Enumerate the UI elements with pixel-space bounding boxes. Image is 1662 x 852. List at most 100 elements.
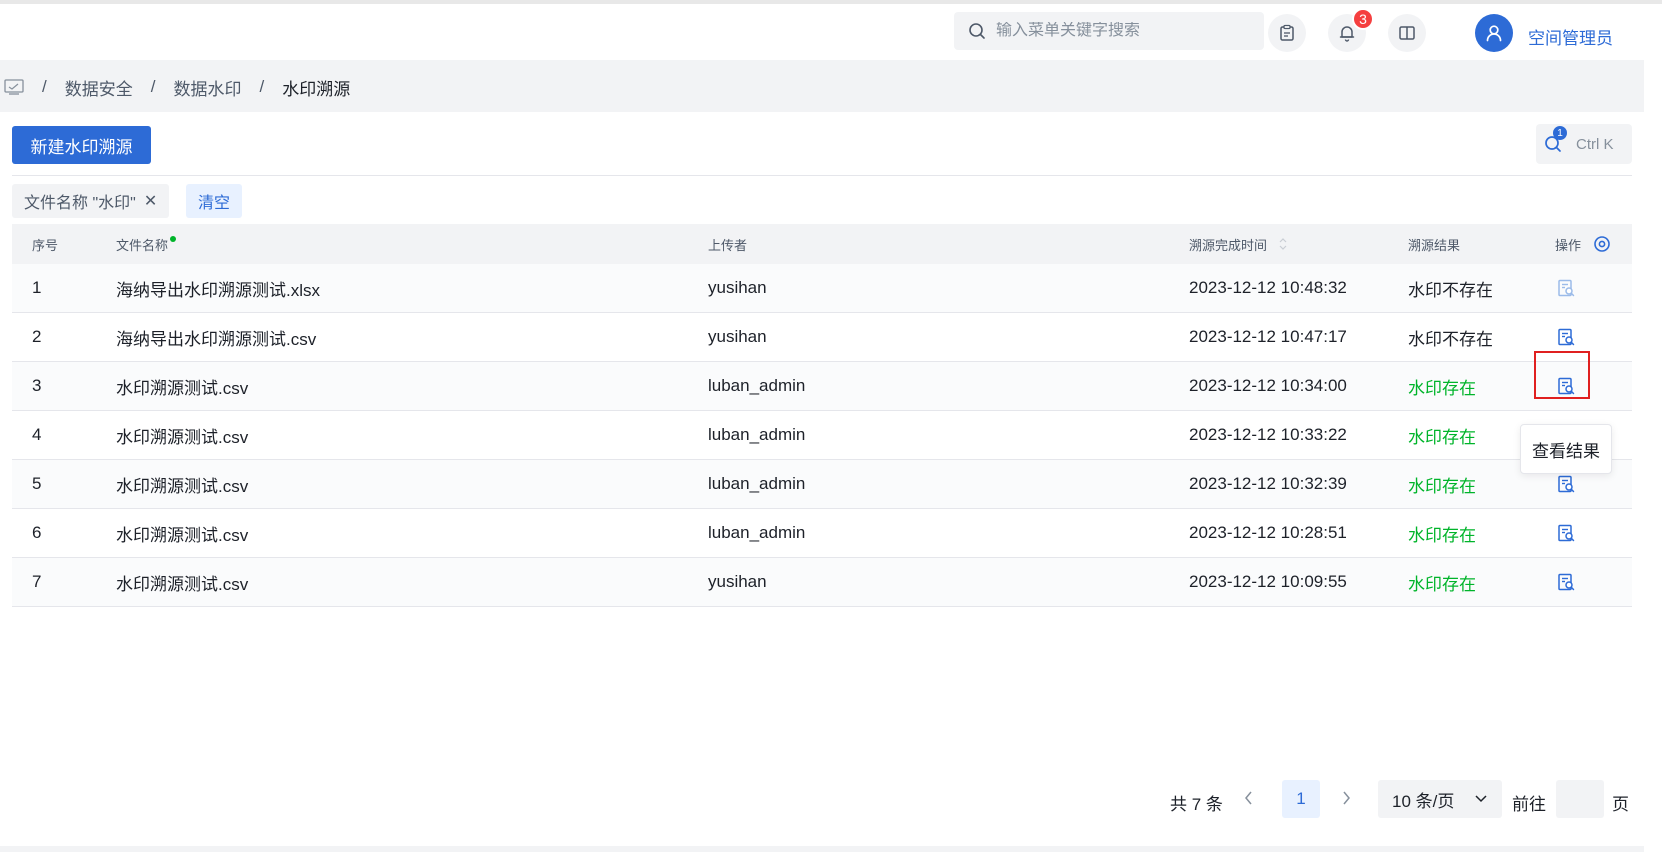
- filter-tag-label: 文件名称 "水印": [24, 195, 136, 212]
- view-result-button[interactable]: [1555, 326, 1577, 348]
- view-result-icon: [1558, 524, 1575, 542]
- chevron-right-icon[interactable]: [1340, 788, 1352, 808]
- clear-filter-button[interactable]: 清空: [186, 184, 243, 218]
- view-result-icon: [1558, 279, 1575, 297]
- cell-index: 2: [32, 327, 42, 346]
- page-size-value: 10 条/页: [1392, 791, 1455, 811]
- clipboard-button[interactable]: [1268, 14, 1306, 52]
- column-header-name[interactable]: 文件名称: [116, 235, 177, 254]
- view-result-button[interactable]: [1555, 571, 1577, 593]
- cell-trace-result: 水印不存在: [1408, 329, 1493, 349]
- cell-uploader: yusihan: [708, 278, 767, 297]
- docs-button[interactable]: [1388, 14, 1426, 52]
- pagination-page[interactable]: 1: [1282, 780, 1320, 818]
- goto-label: 前往: [1512, 795, 1546, 814]
- cell-trace-result: 水印存在: [1408, 427, 1476, 447]
- breadcrumb-separator: /: [259, 77, 265, 96]
- cell-trace-result: 水印存在: [1408, 476, 1476, 496]
- cell-index: 1: [32, 278, 42, 297]
- monitor-icon[interactable]: [4, 78, 24, 96]
- cell-file-name: 水印溯源测试.csv: [116, 476, 249, 496]
- table-row: 7 水印溯源测试.csv yusihan 2023-12-12 10:09:55…: [12, 558, 1632, 607]
- cell-file-name: 海纳导出水印溯源测试.csv: [116, 329, 317, 349]
- avatar[interactable]: [1475, 14, 1513, 52]
- search-icon: [969, 23, 985, 39]
- cell-uploader: luban_admin: [708, 425, 806, 444]
- cell-index: 7: [32, 572, 42, 591]
- view-result-icon: [1558, 573, 1575, 591]
- pagination-total: 共 7 条: [1170, 795, 1223, 814]
- table-header: 序号 文件名称 上传者 溯源完成时间 溯源结果 操作: [12, 224, 1632, 264]
- notification-button[interactable]: 3: [1328, 8, 1374, 52]
- menu-search-input[interactable]: [996, 22, 1236, 40]
- column-header-time[interactable]: 溯源完成时间: [1189, 235, 1287, 254]
- bell-icon: [1339, 26, 1355, 42]
- cell-trace-time: 2023-12-12 10:48:32: [1189, 278, 1347, 297]
- top-header: 3 空间管理员: [0, 0, 1662, 60]
- view-result-button[interactable]: [1555, 277, 1577, 299]
- view-result-button[interactable]: [1555, 522, 1577, 544]
- username[interactable]: 空间管理员: [1528, 24, 1613, 49]
- book-icon: [1399, 26, 1415, 40]
- table-row: 4 水印溯源测试.csv luban_admin 2023-12-12 10:3…: [12, 411, 1632, 460]
- cell-trace-result: 水印存在: [1408, 378, 1476, 398]
- cell-index: 3: [32, 376, 42, 395]
- pagination: 共 7 条 1 10 条/页 前往 页: [0, 780, 1662, 820]
- cell-file-name: 水印溯源测试.csv: [116, 378, 249, 398]
- table-row: 3 水印溯源测试.csv luban_admin 2023-12-12 10:3…: [12, 351, 1632, 411]
- table-body: 1 海纳导出水印溯源测试.xlsx yusihan 2023-12-12 10:…: [12, 264, 1632, 607]
- page-unit-label: 页: [1612, 795, 1629, 814]
- view-result-tooltip: 查看结果: [1520, 424, 1612, 474]
- breadcrumb-item-current: 水印溯源: [282, 79, 351, 99]
- cell-trace-result: 水印存在: [1408, 525, 1476, 545]
- cell-trace-time: 2023-12-12 10:33:22: [1189, 425, 1347, 444]
- view-result-icon: [1558, 328, 1575, 346]
- table-row: 6 水印溯源测试.csv luban_admin 2023-12-12 10:2…: [12, 509, 1632, 558]
- goto-page-input[interactable]: [1556, 780, 1604, 818]
- main-card: 新建水印溯源 1 Ctrl K 文件名称 "水印" ✕ 清空 序号 文件名称 上…: [0, 112, 1644, 846]
- cell-trace-time: 2023-12-12 10:34:00: [1189, 376, 1347, 395]
- sort-icon[interactable]: [1279, 237, 1287, 251]
- trace-table: 序号 文件名称 上传者 溯源完成时间 溯源结果 操作 1 海纳导出水印溯源测试.…: [12, 224, 1632, 607]
- breadcrumb-separator: /: [42, 77, 47, 96]
- close-icon[interactable]: ✕: [144, 191, 157, 211]
- table-row: 2 海纳导出水印溯源测试.csv yusihan 2023-12-12 10:4…: [12, 313, 1632, 362]
- menu-search-box[interactable]: [954, 12, 1264, 50]
- column-header-op: 操作: [1555, 235, 1611, 254]
- cell-file-name: 水印溯源测试.csv: [116, 574, 249, 594]
- breadcrumb-item-data-security[interactable]: 数据安全: [65, 75, 133, 100]
- chevron-left-icon[interactable]: [1243, 788, 1255, 808]
- filter-active-dot: [170, 236, 177, 242]
- filter-tag: 文件名称 "水印" ✕: [12, 184, 170, 218]
- cell-trace-time: 2023-12-12 10:28:51: [1189, 523, 1347, 542]
- cell-trace-time: 2023-12-12 10:47:17: [1189, 327, 1347, 346]
- divider: [12, 175, 1632, 176]
- page-size-select[interactable]: 10 条/页: [1378, 780, 1502, 818]
- cell-uploader: yusihan: [708, 572, 767, 591]
- breadcrumb-separator: /: [150, 77, 156, 96]
- shortcut-search-button[interactable]: 1 Ctrl K: [1536, 124, 1632, 164]
- notification-badge: 3: [1352, 8, 1374, 30]
- cell-trace-result: 水印不存在: [1408, 280, 1493, 300]
- new-watermark-trace-button[interactable]: 新建水印溯源: [12, 126, 151, 164]
- scrollbar-track[interactable]: [1644, 60, 1662, 852]
- column-header-uploader: 上传者: [708, 237, 748, 253]
- cell-trace-result: 水印存在: [1408, 574, 1476, 594]
- cell-file-name: 水印溯源测试.csv: [116, 427, 249, 447]
- cell-index: 4: [32, 425, 42, 444]
- column-header-index: 序号: [32, 237, 59, 253]
- cell-uploader: luban_admin: [708, 523, 806, 542]
- column-header-name-label: 文件名称: [116, 237, 169, 253]
- column-header-time-label: 溯源完成时间: [1189, 237, 1268, 253]
- highlight-box: [1534, 351, 1590, 399]
- table-row: 1 海纳导出水印溯源测试.xlsx yusihan 2023-12-12 10:…: [12, 264, 1632, 313]
- cell-file-name: 水印溯源测试.csv: [116, 525, 249, 545]
- settings-icon[interactable]: [1593, 235, 1611, 253]
- cell-index: 6: [32, 523, 42, 542]
- view-result-button[interactable]: [1555, 473, 1577, 495]
- cell-uploader: luban_admin: [708, 474, 806, 493]
- cell-uploader: yusihan: [708, 327, 767, 346]
- breadcrumb-item-data-watermark[interactable]: 数据水印: [173, 75, 241, 100]
- column-header-op-label: 操作: [1555, 237, 1582, 253]
- breadcrumb: / 数据安全 / 数据水印 / 水印溯源: [0, 72, 350, 102]
